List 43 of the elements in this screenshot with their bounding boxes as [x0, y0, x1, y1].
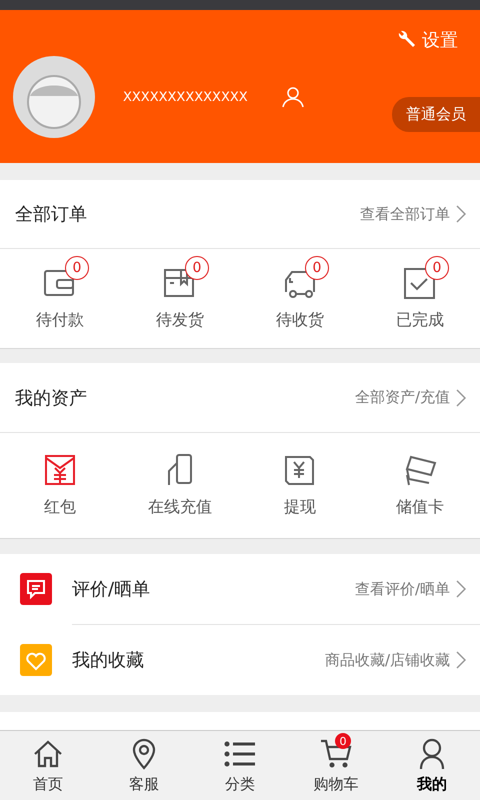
member-level-badge: 普通会员: [392, 96, 480, 132]
username: XXXXXXXXXXXXXX: [123, 90, 248, 104]
order-status-item[interactable]: 0 待发货: [120, 249, 240, 348]
list-icon: [224, 740, 256, 768]
menu-link[interactable]: 查看评价/晒单: [354, 580, 466, 598]
avatar-icon[interactable]: [13, 56, 95, 138]
section-title: 全部订单: [15, 203, 87, 226]
order-status-item[interactable]: 0 待收货: [240, 249, 360, 348]
section-title: 我的资产: [15, 386, 87, 410]
location-icon: [131, 738, 157, 770]
tab[interactable]: 我的: [384, 731, 480, 800]
wrench-icon: [396, 30, 416, 50]
chevron-right-icon: [456, 388, 466, 406]
chevron-right-icon: [456, 651, 466, 669]
asset-item[interactable]: 红包: [0, 433, 120, 538]
tab[interactable]: 0 购物车: [288, 731, 384, 800]
chevron-right-icon: [456, 205, 466, 223]
count-badge: 0: [425, 256, 449, 280]
home-icon: [33, 739, 63, 769]
asset-item[interactable]: 在线充值: [120, 433, 240, 538]
order-status-item[interactable]: 0 待付款: [0, 249, 120, 348]
menu-title: 我的收藏: [72, 649, 144, 672]
order-status-item[interactable]: 0 已完成: [360, 249, 480, 348]
tab[interactable]: 首页: [0, 731, 96, 800]
view-all-orders-link[interactable]: 查看全部订单: [360, 204, 466, 224]
cart-count-badge: 0: [335, 733, 351, 749]
menu-title: 评价/晒单: [72, 578, 150, 601]
tab[interactable]: 分类: [192, 731, 288, 800]
yen-note-icon: [283, 453, 317, 487]
menu-link[interactable]: 商品收藏/店铺收藏: [324, 650, 466, 670]
chevron-right-icon: [456, 580, 466, 598]
all-assets-link[interactable]: 全部资产/充值: [354, 388, 466, 407]
comment-icon: [20, 573, 52, 605]
envelope-icon: [43, 453, 77, 487]
user-icon: [419, 738, 445, 770]
asset-item[interactable]: 储值卡: [360, 433, 480, 538]
count-badge: 0: [65, 256, 89, 280]
tab[interactable]: 客服: [96, 731, 192, 800]
count-badge: 0: [185, 256, 209, 280]
cards-icon: [403, 453, 437, 487]
user-icon[interactable]: [282, 86, 304, 108]
count-badge: 0: [305, 256, 329, 280]
asset-item[interactable]: 提现: [240, 433, 360, 538]
